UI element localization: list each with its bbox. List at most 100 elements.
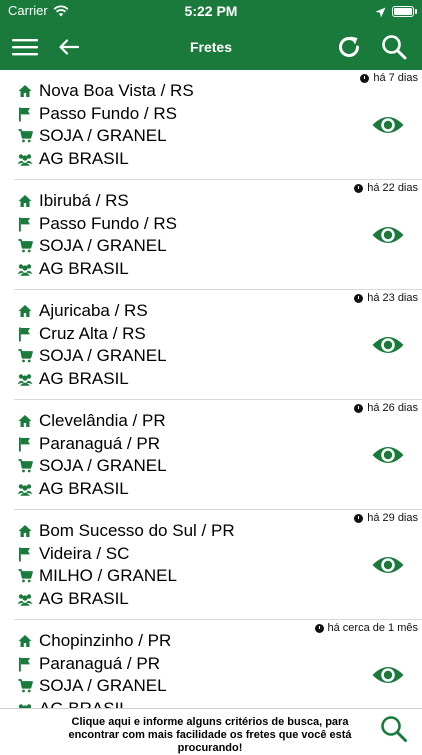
clock-icon xyxy=(354,293,364,303)
company-row: AG BRASIL xyxy=(17,588,129,610)
clock: 5:22 PM xyxy=(184,3,238,19)
company-name: AG BRASIL xyxy=(39,149,129,168)
origin-city: Ibirubá / RS xyxy=(39,191,129,210)
destination-row: Passo Fundo / RS xyxy=(17,103,177,125)
view-eye-icon[interactable] xyxy=(371,222,405,248)
cart-icon xyxy=(17,678,33,694)
flag-icon xyxy=(17,436,33,452)
cart-icon xyxy=(17,458,33,474)
users-icon xyxy=(17,591,33,607)
home-icon xyxy=(17,303,33,319)
home-icon xyxy=(17,523,33,539)
home-icon xyxy=(17,413,33,429)
company-name: AG BRASIL xyxy=(39,259,129,278)
search-hint-text: Clique aqui e informe alguns critérios d… xyxy=(68,716,352,754)
users-icon xyxy=(17,371,33,387)
origin-row: Chopinzinho / PR xyxy=(17,630,171,652)
battery-tip xyxy=(415,9,417,14)
product-name: SOJA / GRANEL xyxy=(39,346,167,365)
flag-icon xyxy=(17,326,33,342)
product-row: SOJA / GRANEL xyxy=(17,675,167,697)
origin-row: Ajuricaba / RS xyxy=(17,300,148,322)
cart-icon xyxy=(17,348,33,364)
product-name: MILHO / GRANEL xyxy=(39,566,177,585)
freight-item[interactable]: há 22 dias Ibirubá / RS Passo Fundo / RS… xyxy=(0,180,422,290)
company-name: AG BRASIL xyxy=(39,479,129,498)
freight-item[interactable]: há cerca de 1 mês Chopinzinho / PR Paran… xyxy=(0,620,422,708)
destination-row: Passo Fundo / RS xyxy=(17,213,177,235)
destination-city: Paranaguá / PR xyxy=(39,434,160,453)
view-eye-icon[interactable] xyxy=(371,662,405,688)
destination-city: Cruz Alta / RS xyxy=(39,324,146,343)
elapsed-time: há 22 dias xyxy=(354,182,418,194)
destination-row: Paranaguá / PR xyxy=(17,433,160,455)
origin-row: Nova Boa Vista / RS xyxy=(17,80,194,102)
flag-icon xyxy=(17,106,33,122)
destination-city: Passo Fundo / RS xyxy=(39,104,177,123)
destination-city: Passo Fundo / RS xyxy=(39,214,177,233)
company-name: AG BRASIL xyxy=(39,589,129,608)
origin-row: Clevelândia / PR xyxy=(17,410,166,432)
product-name: SOJA / GRANEL xyxy=(39,676,167,695)
origin-city: Chopinzinho / PR xyxy=(39,631,172,650)
users-icon xyxy=(17,151,33,167)
freight-list: há 7 dias Nova Boa Vista / RS Passo Fund… xyxy=(0,70,422,708)
company-name: AG BRASIL xyxy=(39,699,129,708)
view-eye-icon[interactable] xyxy=(371,112,405,138)
origin-row: Bom Sucesso do Sul / PR xyxy=(17,520,235,542)
origin-city: Nova Boa Vista / RS xyxy=(39,81,194,100)
home-icon xyxy=(17,633,33,649)
company-row: AG BRASIL xyxy=(17,698,129,708)
home-icon xyxy=(17,83,33,99)
battery-icon xyxy=(392,6,414,17)
destination-row: Videira / SC xyxy=(17,543,129,565)
clock-icon xyxy=(354,403,364,413)
origin-city: Bom Sucesso do Sul / PR xyxy=(39,521,235,540)
product-row: SOJA / GRANEL xyxy=(17,455,167,477)
product-name: SOJA / GRANEL xyxy=(39,236,167,255)
product-name: SOJA / GRANEL xyxy=(39,126,167,145)
destination-city: Videira / SC xyxy=(39,544,130,563)
clock-icon xyxy=(354,513,364,523)
users-icon xyxy=(17,481,33,497)
search-icon[interactable] xyxy=(380,715,408,748)
destination-row: Cruz Alta / RS xyxy=(17,323,146,345)
freight-item[interactable]: há 23 dias Ajuricaba / RS Cruz Alta / RS… xyxy=(0,290,422,400)
freight-item[interactable]: há 26 dias Clevelândia / PR Paranaguá / … xyxy=(0,400,422,510)
flag-icon xyxy=(17,546,33,562)
freight-item[interactable]: há 29 dias Bom Sucesso do Sul / PR Videi… xyxy=(0,510,422,620)
freight-item[interactable]: há 7 dias Nova Boa Vista / RS Passo Fund… xyxy=(0,70,422,180)
company-name: AG BRASIL xyxy=(39,369,129,388)
company-row: AG BRASIL xyxy=(17,368,129,390)
home-icon xyxy=(17,193,33,209)
clock-icon xyxy=(360,73,370,83)
origin-row: Ibirubá / RS xyxy=(17,190,129,212)
search-icon[interactable] xyxy=(379,32,409,62)
elapsed-time: há 29 dias xyxy=(354,512,418,524)
flag-icon xyxy=(17,216,33,232)
users-icon xyxy=(17,261,33,277)
cart-icon xyxy=(17,568,33,584)
nav-bar: Fretes xyxy=(0,24,422,70)
destination-city: Paranaguá / PR xyxy=(39,654,160,673)
users-icon xyxy=(17,701,33,708)
refresh-icon[interactable] xyxy=(334,32,364,62)
origin-city: Ajuricaba / RS xyxy=(39,301,148,320)
product-row: SOJA / GRANEL xyxy=(17,125,167,147)
flag-icon xyxy=(17,656,33,672)
search-banner[interactable]: Clique aqui e informe alguns critérios d… xyxy=(0,708,422,754)
view-eye-icon[interactable] xyxy=(371,332,405,358)
status-bar: Carrier 5:22 PM xyxy=(0,0,422,24)
destination-row: Paranaguá / PR xyxy=(17,653,160,675)
view-eye-icon[interactable] xyxy=(371,552,405,578)
view-eye-icon[interactable] xyxy=(371,442,405,468)
product-row: SOJA / GRANEL xyxy=(17,345,167,367)
product-name: SOJA / GRANEL xyxy=(39,456,167,475)
clock-icon xyxy=(314,623,324,633)
product-row: SOJA / GRANEL xyxy=(17,235,167,257)
elapsed-time: há 26 dias xyxy=(354,402,418,414)
cart-icon xyxy=(17,128,33,144)
origin-city: Clevelândia / PR xyxy=(39,411,166,430)
company-row: AG BRASIL xyxy=(17,258,129,280)
company-row: AG BRASIL xyxy=(17,478,129,500)
